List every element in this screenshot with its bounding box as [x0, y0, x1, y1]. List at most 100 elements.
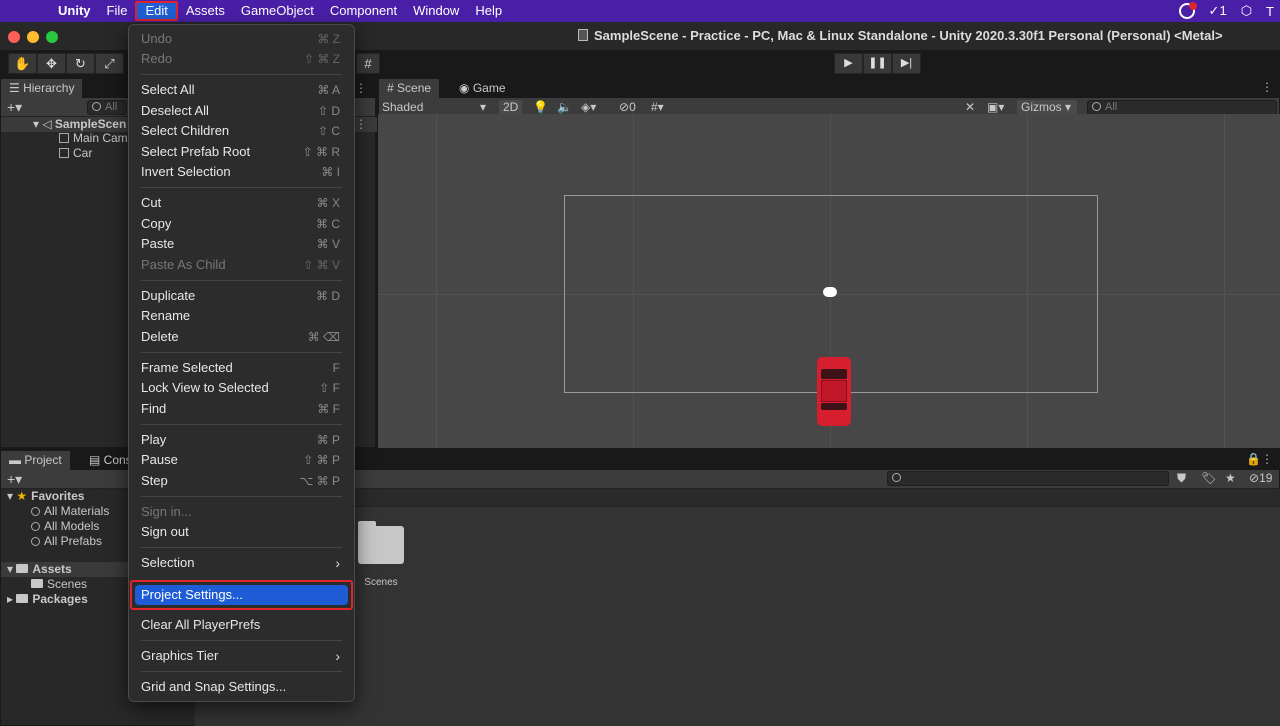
menu-item-select-prefab-root[interactable]: Select Prefab Root ⇧ ⌘ R — [135, 142, 348, 162]
label: Play — [141, 432, 167, 447]
menu-item-cut[interactable]: Cut ⌘ X — [135, 193, 348, 213]
menu-item-sign-in[interactable]: Sign in... — [135, 502, 348, 522]
audio-toggle-icon[interactable]: 🔈 — [557, 100, 572, 115]
create-plus-icon[interactable]: +▾ — [7, 471, 22, 488]
menu-item-play[interactable]: Play ⌘ P — [135, 430, 348, 450]
menu-item-graphics-tier[interactable]: Graphics Tier › — [135, 646, 348, 666]
car-sprite[interactable] — [817, 357, 851, 426]
packages-folder[interactable]: ▸ Packages — [7, 592, 88, 607]
menu-item-copy[interactable]: Copy ⌘ C — [135, 214, 348, 234]
tray-truncated-item[interactable]: T — [1266, 4, 1274, 19]
menu-component[interactable]: Component — [322, 1, 405, 21]
scene-options-icon[interactable]: ⋮ — [355, 117, 367, 131]
camera-gizmo-icon[interactable] — [823, 287, 837, 297]
menu-item-find[interactable]: Find ⌘ F — [135, 399, 348, 419]
notification-icon[interactable] — [1178, 2, 1197, 19]
menu-item-sign-out[interactable]: Sign out — [135, 522, 348, 542]
scene-options-icon[interactable]: ⋮ — [1261, 80, 1273, 94]
tasks-tray-item[interactable]: ✓1 — [1209, 3, 1227, 19]
hierarchy-item-car[interactable]: Car — [59, 146, 92, 161]
grid-toggle-icon[interactable]: #▾ — [651, 100, 664, 115]
menu-item-step[interactable]: Step ⌥ ⌘ P — [135, 471, 348, 491]
minimize-window-button[interactable] — [27, 31, 39, 43]
favorites-star-icon[interactable]: ★ — [1225, 471, 1236, 485]
scene-root-item[interactable]: ▾ ◁ SampleScen — [33, 117, 126, 132]
shading-mode-dropdown[interactable]: Shaded ▾ — [382, 100, 490, 115]
menu-item-undo[interactable]: Undo ⌘ Z — [135, 29, 348, 49]
menu-item-duplicate[interactable]: Duplicate ⌘ D — [135, 286, 348, 306]
filter-by-label-icon[interactable]: 🏷 — [1201, 471, 1216, 485]
hand-tool-icon[interactable]: ✋ — [8, 53, 37, 74]
project-search-input[interactable] — [887, 471, 1169, 486]
chevron-down-icon: ▾ — [479, 100, 486, 114]
lighting-toggle-icon[interactable]: 💡 — [533, 100, 548, 115]
hidden-objects-toggle[interactable]: ⊘0 — [619, 100, 636, 115]
menu-item-paste-as-child[interactable]: Paste As Child ⇧ ⌘ V — [135, 255, 348, 275]
favorite-all-prefabs[interactable]: All Prefabs — [31, 534, 102, 549]
menu-item-frame-selected[interactable]: Frame Selected F — [135, 358, 348, 378]
favorites-section[interactable]: ▾ ★ Favorites — [7, 489, 84, 504]
play-button[interactable]: ▶ — [834, 53, 863, 74]
menu-item-clear-playerprefs[interactable]: Clear All PlayerPrefs — [135, 615, 348, 635]
zoom-window-button[interactable] — [46, 31, 58, 43]
menu-item-delete[interactable]: Delete ⌘ ⌫ — [135, 327, 348, 347]
tab-game[interactable]: ◉ Game — [451, 79, 514, 98]
menu-unity[interactable]: Unity — [50, 1, 99, 21]
menu-item-rename[interactable]: Rename — [135, 306, 348, 326]
favorite-all-models[interactable]: All Models — [31, 519, 99, 534]
menu-assets[interactable]: Assets — [178, 1, 233, 21]
menu-gameobject[interactable]: GameObject — [233, 1, 322, 21]
label: Frame Selected — [141, 360, 233, 375]
move-tool-icon[interactable]: ✥ — [37, 53, 66, 74]
label: Undo — [141, 31, 173, 46]
menu-item-redo[interactable]: Redo ⇧ ⌘ Z — [135, 49, 348, 69]
gizmos-dropdown[interactable]: Gizmos ▾ — [1017, 100, 1077, 115]
close-window-button[interactable] — [8, 31, 20, 43]
menu-item-pause[interactable]: Pause ⇧ ⌘ P — [135, 450, 348, 470]
step-button[interactable]: ▶| — [892, 53, 921, 74]
hierarchy-options-icon[interactable]: ⋮ — [355, 81, 367, 95]
menu-item-invert-selection[interactable]: Invert Selection ⌘ I — [135, 162, 348, 182]
toggle-2d-button[interactable]: 2D — [499, 100, 523, 115]
assets-folder[interactable]: ▾ Assets — [7, 562, 72, 577]
label: Select Children — [141, 123, 230, 138]
assets-scenes-folder[interactable]: Scenes — [31, 577, 87, 592]
menu-item-paste[interactable]: Paste ⌘ V — [135, 234, 348, 254]
project-options-icon[interactable]: ⋮ — [1261, 452, 1273, 466]
hidden-packages-toggle[interactable]: ⊘19 — [1249, 471, 1272, 485]
lock-icon[interactable]: 🔒 — [1246, 452, 1261, 466]
menu-item-select-all[interactable]: Select All ⌘ A — [135, 80, 348, 100]
shortcut: ⌘ Z — [317, 32, 340, 46]
menu-item-selection[interactable]: Selection › — [135, 553, 348, 573]
grid-snap-icon[interactable]: # — [356, 53, 380, 74]
menu-item-select-children[interactable]: Select Children ⇧ C — [135, 121, 348, 141]
unity-hub-icon[interactable]: ⬡ — [1241, 3, 1252, 19]
effects-toggle-icon[interactable]: ◈▾ — [581, 100, 596, 115]
scale-tool-icon[interactable]: ⤢ — [95, 53, 124, 74]
menu-help[interactable]: Help — [467, 1, 510, 21]
menu-file[interactable]: File — [99, 1, 136, 21]
menu-item-lock-view[interactable]: Lock View to Selected ⇧ F — [135, 378, 348, 398]
tab-project[interactable]: ▬ Project — [1, 451, 70, 470]
menu-window[interactable]: Window — [405, 1, 467, 21]
scene-canvas[interactable] — [378, 114, 1280, 448]
tools-icon[interactable]: ✕ — [965, 100, 975, 115]
filter-by-type-icon[interactable]: ⛊ — [1177, 471, 1186, 486]
label: Copy — [141, 216, 172, 231]
menu-item-grid-snap-settings[interactable]: Grid and Snap Settings... — [135, 677, 348, 697]
rotate-tool-icon[interactable]: ↻ — [66, 53, 95, 74]
tab-hierarchy[interactable]: ☰ Hierarchy — [1, 79, 83, 98]
tab-scene[interactable]: # Scene — [379, 79, 440, 98]
hierarchy-search-input[interactable]: All — [87, 100, 127, 115]
menu-edit[interactable]: Edit — [135, 1, 178, 21]
highlight-annotation-box — [130, 580, 353, 610]
hierarchy-item-main-camera[interactable]: Main Cam — [59, 131, 128, 146]
menu-item-deselect-all[interactable]: Deselect All ⇧ D — [135, 101, 348, 121]
favorite-all-materials[interactable]: All Materials — [31, 504, 109, 519]
scene-search-input[interactable]: All — [1087, 100, 1277, 115]
scenes-folder-icon[interactable] — [358, 521, 404, 564]
create-plus-icon[interactable]: +▾ — [7, 99, 22, 116]
pause-button[interactable]: ❚❚ — [863, 53, 892, 74]
camera-settings-icon[interactable]: ▣▾ — [987, 100, 1004, 115]
menubar-tray: ✓1 ⬡ T — [1178, 0, 1274, 22]
